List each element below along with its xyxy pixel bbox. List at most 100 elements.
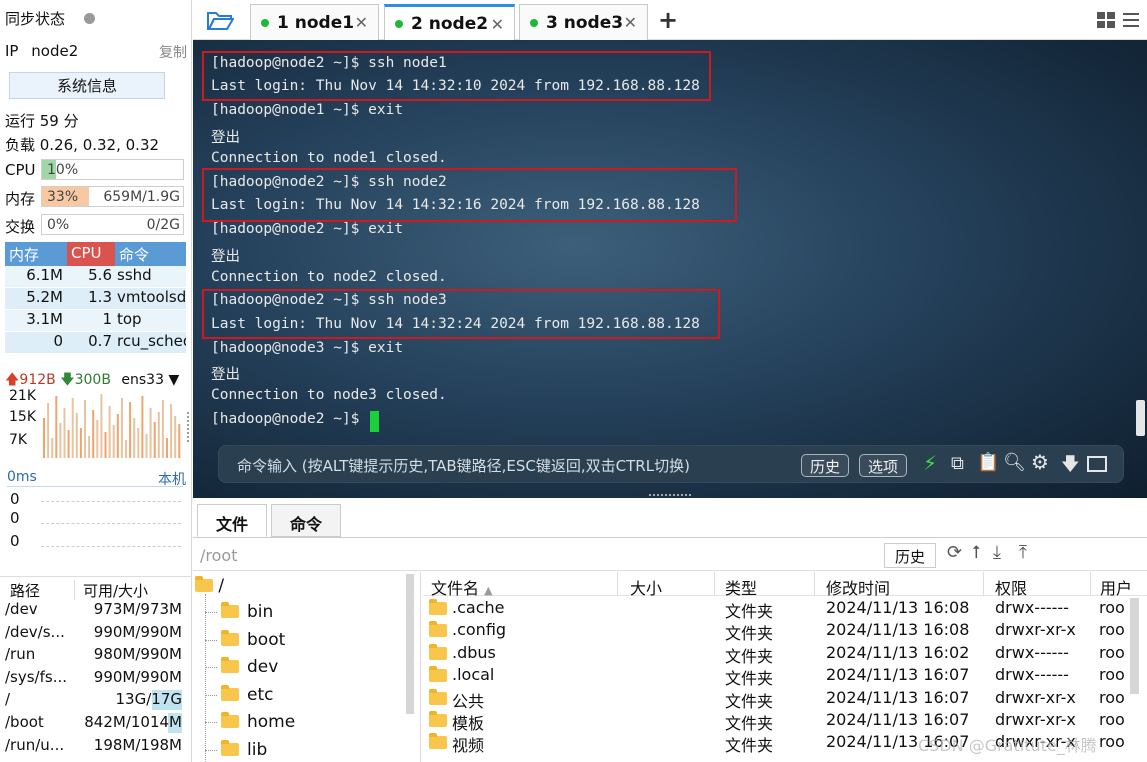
network-sparkline [43, 394, 181, 458]
terminal[interactable]: [hadoop@node2 ~]$ ssh node1 Last login: T… [193, 40, 1147, 498]
path-input[interactable]: /root [200, 546, 237, 565]
mount-row[interactable]: /boot 842M/1014M [0, 712, 192, 736]
process-row[interactable]: 5.2M 1.3 vmtoolsd [5, 288, 186, 310]
file-cell: 文件夹 [725, 736, 774, 756]
type-column-header[interactable]: 类型 [725, 575, 757, 599]
tree-item-label: bin [247, 602, 274, 622]
lightning-icon[interactable]: ⚡ [923, 451, 937, 475]
splitter-handle[interactable] [187, 412, 190, 442]
mount-row[interactable]: /sys/fs... 990M/990M [0, 668, 192, 691]
upload-icon[interactable]: ⤒ [1019, 542, 1027, 563]
terminal-scrollbar[interactable] [1136, 400, 1145, 436]
highlight-box [202, 168, 737, 222]
network-chart: 21K 15K 7K [5, 388, 185, 464]
file-cell: roo [1099, 620, 1125, 640]
mount-path-header[interactable]: 路径 [0, 580, 75, 600]
layout-grid-icon[interactable] [1097, 12, 1115, 28]
up-dir-icon[interactable]: ⭡ [972, 542, 980, 563]
tree-item-label: boot [247, 629, 286, 650]
process-row[interactable]: 6.1M 5.6 sshd [5, 266, 186, 288]
command-input-bar[interactable]: 命令输入 (按ALT键提示历史,TAB键路径,ESC键返回,双击CTRL切换) … [218, 445, 1124, 483]
tree-item[interactable]: boot [221, 629, 286, 650]
mount-row[interactable]: /run 980M/990M [0, 645, 192, 668]
file-row[interactable]: 公共 文件夹 2024/11/13 16:07 drwxr-xr-x roo [423, 687, 1143, 711]
tree-item[interactable]: lib [221, 739, 267, 760]
swap-label: 交换 [5, 218, 36, 236]
net-bar [51, 438, 54, 458]
menu-icon[interactable] [1123, 11, 1139, 27]
mount-path: /sys/fs... [5, 667, 68, 686]
sync-status: 同步状态 [5, 8, 95, 29]
refresh-icon[interactable]: ⟳ [947, 542, 962, 563]
file-row[interactable]: .config 文件夹 2024/11/13 16:08 drwxr-xr-x roo [423, 619, 1143, 643]
sort-by-memory-header[interactable]: 内存 [5, 242, 67, 266]
tab-label: 1 node1 [277, 12, 355, 33]
gear-icon[interactable]: ⚙ [1031, 450, 1049, 474]
tree-scrollbar[interactable] [406, 574, 414, 714]
window-icon[interactable] [1087, 456, 1107, 472]
tab-files[interactable]: 文件 [197, 504, 268, 537]
paste-icon[interactable]: 📋 [977, 452, 999, 473]
network-interface-select[interactable]: ens33 ▼ [121, 372, 179, 388]
modified-column-header[interactable]: 修改时间 [826, 575, 890, 599]
mount-size-header[interactable]: 可用/大小 [75, 580, 182, 600]
file-row[interactable]: .local 文件夹 2024/11/13 16:07 drwx------ roo [423, 664, 1143, 688]
file-list-scrollbar[interactable] [1130, 598, 1139, 694]
path-history-button[interactable]: 历史 [884, 543, 936, 568]
tab-node3[interactable]: 3 node3 ✕ [519, 4, 648, 40]
mount-size: 973M/973M [75, 600, 182, 623]
close-icon[interactable]: ✕ [491, 15, 504, 34]
folder-icon [429, 621, 447, 638]
tab-node2[interactable]: 2 node2 ✕ [384, 4, 515, 41]
command-header[interactable]: 命令 [115, 242, 186, 266]
tree-item[interactable]: bin [221, 602, 273, 622]
command-input[interactable]: 命令输入 (按ALT键提示历史,TAB键路径,ESC键返回,双击CTRL切换) [237, 455, 690, 476]
tab-node1[interactable]: 1 node1 ✕ [250, 4, 379, 40]
name-column-header[interactable]: 文件名 ▲ [431, 575, 493, 599]
tree-root[interactable]: / [195, 576, 224, 596]
tree-item-label: etc [247, 684, 274, 705]
process-row[interactable]: 3.1M 1 top [5, 310, 186, 332]
copy-icon[interactable]: ⧉ [951, 453, 964, 474]
process-cpu: 1.3 [88, 288, 112, 306]
splitter-handle[interactable] [649, 494, 691, 496]
process-row[interactable]: 0 0.7 rcu_sched [5, 332, 186, 354]
file-cell: drwxr-xr-x [995, 687, 1076, 707]
file-row[interactable]: .dbus 文件夹 2024/11/13 16:02 drwx------ roo [423, 642, 1143, 666]
close-icon[interactable]: ✕ [355, 13, 368, 32]
file-row[interactable]: .cache 文件夹 2024/11/13 16:08 drwx------ roo [423, 597, 1143, 621]
download-icon[interactable]: ⤓ [993, 542, 1001, 563]
tree-item[interactable]: dev [221, 657, 278, 677]
add-tab-button[interactable]: + [658, 6, 678, 34]
process-cpu: 5.6 [88, 266, 112, 284]
permissions-column-header[interactable]: 权限 [995, 575, 1027, 599]
history-button[interactable]: 历史 [801, 454, 850, 477]
mount-row[interactable]: /run/u... 198M/198M [0, 736, 192, 759]
options-button[interactable]: 选项 [859, 454, 908, 477]
net-bar [79, 428, 82, 458]
tab-commands[interactable]: 命令 [271, 504, 342, 537]
copy-ip-button[interactable]: 复制 [159, 42, 187, 62]
close-icon[interactable]: ✕ [624, 13, 637, 32]
size-column-header[interactable]: 大小 [630, 575, 662, 599]
net-bar [92, 410, 95, 458]
folder-icon [221, 602, 239, 618]
folder-icon [429, 599, 447, 615]
file-row[interactable]: 模板 文件夹 2024/11/13 16:07 drwxr-xr-x roo [423, 709, 1143, 733]
mount-row[interactable]: /dev 973M/973M [0, 600, 192, 623]
system-monitor-panel: 同步状态 IP node2 复制 系统信息 运行 59 分 负载 0.26, 0… [0, 0, 192, 762]
net-bar [112, 425, 115, 458]
file-cell: roo [1099, 732, 1125, 752]
sort-by-cpu-header[interactable]: CPU [67, 242, 115, 266]
download-icon[interactable]: 🡇 [1061, 452, 1080, 482]
tree-item[interactable]: etc [221, 684, 274, 705]
mount-row[interactable]: / 13G/17G [0, 690, 192, 713]
connected-dot-icon [261, 18, 269, 27]
tree-item[interactable]: home [221, 712, 295, 732]
user-column-header[interactable]: 用户 [1100, 575, 1132, 599]
search-icon[interactable]: 🔍︎ [1003, 452, 1026, 473]
system-info-button[interactable]: 系统信息 [9, 72, 165, 99]
open-folder-icon[interactable] [206, 9, 234, 31]
mount-row[interactable]: /dev/s... 990M/990M [0, 623, 192, 646]
file-cell: 文件夹 [725, 646, 774, 666]
